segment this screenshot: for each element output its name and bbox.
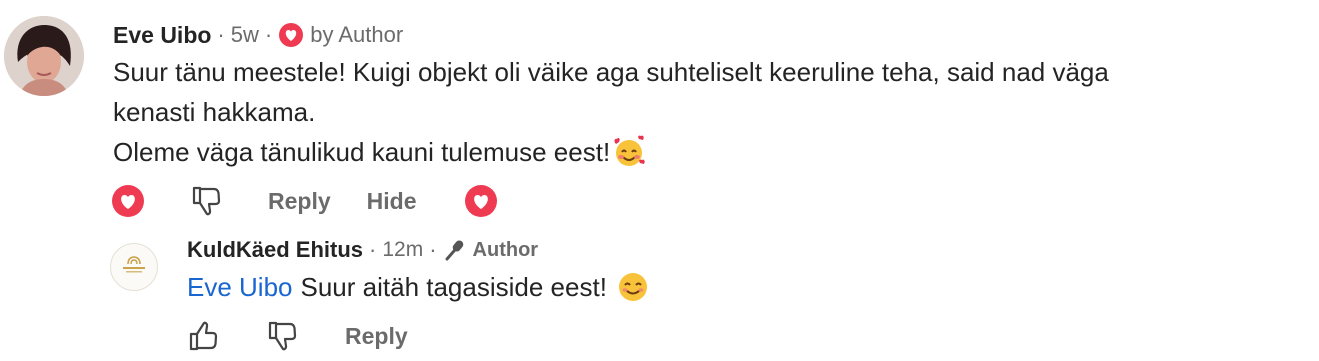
comment-line: Suur tänu meestele! Kuigi objekt oli väi… — [113, 57, 1109, 87]
hide-button[interactable]: Hide — [367, 188, 417, 215]
reply-age[interactable]: 12m — [382, 238, 423, 262]
comment-line: Oleme väga tänulikud kauni tulemuse eest… — [113, 137, 611, 167]
separator-dot: · — [369, 237, 377, 262]
reply-body: Eve Uibo Suur aitäh tagasiside eest! — [187, 267, 649, 307]
reply-author-name[interactable]: KuldKäed Ehitus — [187, 237, 363, 263]
dislike-icon[interactable] — [189, 184, 223, 218]
reply-button[interactable]: Reply — [268, 188, 331, 215]
reply-actions: Reply — [186, 318, 408, 354]
separator-dot: · — [217, 22, 225, 47]
comment-age[interactable]: 5w — [231, 22, 259, 48]
reply-header: KuldKäed Ehitus · 12m · Author — [187, 236, 538, 264]
avatar-kuldkaed-ehitus[interactable] — [110, 243, 158, 291]
separator-dot: · — [264, 22, 273, 47]
comment-author-name[interactable]: Eve Uibo — [113, 22, 211, 49]
reply-text: Suur aitäh tagasiside eest! — [300, 271, 607, 302]
comment-body: Suur tänu meestele! Kuigi objekt oli väi… — [113, 52, 1109, 172]
separator-dot: · — [429, 237, 437, 262]
mention-link[interactable]: Eve Uibo — [187, 272, 293, 303]
smiling-face-icon — [617, 271, 649, 303]
microphone-icon — [443, 238, 467, 262]
author-liked-heart-icon — [464, 184, 498, 218]
smiling-face-with-hearts-icon — [612, 135, 646, 169]
comment-line: kenasti hakkama. — [113, 97, 316, 127]
author-heart-icon — [278, 22, 304, 48]
like-icon[interactable] — [186, 319, 220, 353]
dislike-icon[interactable] — [265, 319, 299, 353]
author-badge: Author — [472, 238, 539, 261]
avatar-eve-uibo[interactable] — [4, 16, 84, 96]
comment-header: Eve Uibo · 5w · by Author — [113, 20, 403, 50]
by-author-label: by Author — [310, 22, 404, 47]
love-reaction-icon[interactable] — [111, 184, 145, 218]
comment-actions: Reply Hide — [111, 183, 498, 219]
reply-button[interactable]: Reply — [345, 323, 408, 350]
